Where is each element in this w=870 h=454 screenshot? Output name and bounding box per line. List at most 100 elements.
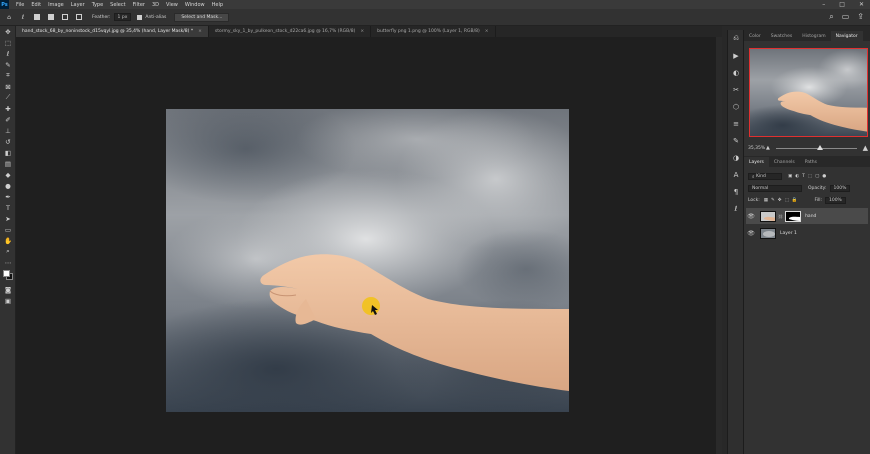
workspace-icon[interactable]: ▭ bbox=[842, 12, 850, 22]
adjustments-icon[interactable]: ◐ bbox=[728, 64, 744, 81]
new-selection-icon[interactable] bbox=[32, 12, 42, 22]
hand-icon[interactable]: ✋ bbox=[0, 235, 16, 246]
tab-color[interactable]: Color bbox=[744, 31, 766, 41]
fill-input[interactable]: 100% bbox=[824, 197, 846, 204]
tab-channels[interactable]: Channels bbox=[769, 157, 800, 167]
share-icon[interactable]: ⇪ bbox=[857, 12, 864, 22]
zoom-level-label[interactable]: 35,35% bbox=[748, 146, 766, 151]
healing-icon[interactable]: ✚ bbox=[0, 103, 16, 114]
maximize-button[interactable]: □ bbox=[839, 1, 845, 8]
link-icon[interactable]: ⛓ bbox=[778, 214, 783, 219]
move-icon[interactable]: ✥ bbox=[0, 26, 16, 37]
menu-help[interactable]: Help bbox=[212, 2, 223, 8]
intersect-selection-icon[interactable] bbox=[74, 12, 84, 22]
tab-histogram[interactable]: Histogram bbox=[797, 31, 830, 41]
layer-mask-thumbnail[interactable] bbox=[785, 210, 802, 222]
dodge-icon[interactable]: ● bbox=[0, 180, 16, 191]
feather-input[interactable]: 1 px bbox=[113, 13, 132, 21]
glyphs-icon[interactable]: ℓ bbox=[728, 200, 744, 217]
vertical-scrollbar[interactable] bbox=[716, 37, 722, 454]
zoom-slider[interactable] bbox=[775, 144, 857, 150]
history-icon[interactable]: ⎌ bbox=[728, 30, 744, 47]
tab-hand-stock[interactable]: hand_stock_68_by_noninstock_d15vqyl.jpg … bbox=[16, 26, 209, 37]
home-icon[interactable]: ⌂ bbox=[4, 12, 14, 22]
close-button[interactable]: ✕ bbox=[859, 1, 864, 8]
character-icon[interactable]: A bbox=[728, 166, 744, 183]
type-icon[interactable]: T bbox=[0, 202, 16, 213]
pen-icon[interactable]: ✒ bbox=[0, 191, 16, 202]
history-brush-icon[interactable]: ↺ bbox=[0, 136, 16, 147]
quick-mask-icon[interactable]: ◙ bbox=[0, 284, 16, 295]
canvas-area[interactable] bbox=[16, 37, 722, 454]
gradient-icon[interactable]: ▤ bbox=[0, 158, 16, 169]
add-selection-icon[interactable] bbox=[46, 12, 56, 22]
menu-layer[interactable]: Layer bbox=[71, 2, 85, 8]
layer-filter-select[interactable]: ⌕ Kind bbox=[748, 173, 782, 180]
shape-icon[interactable]: ▭ bbox=[0, 224, 16, 235]
color-swatches[interactable] bbox=[0, 268, 16, 284]
screen-mode-icon[interactable]: ▣ bbox=[0, 295, 16, 306]
blend-mode-select[interactable]: Normal bbox=[748, 185, 802, 192]
menu-edit[interactable]: Edit bbox=[31, 2, 41, 8]
actions-icon[interactable]: ▶ bbox=[728, 47, 744, 64]
tab-navigator[interactable]: Navigator bbox=[830, 31, 863, 41]
menu-filter[interactable]: Filter bbox=[133, 2, 145, 8]
close-icon[interactable]: × bbox=[360, 29, 364, 34]
3d-icon[interactable]: ⬡ bbox=[728, 98, 744, 115]
menu-type[interactable]: Type bbox=[92, 2, 103, 8]
layer-row-hand[interactable]: 👁 ⛓ hand bbox=[746, 208, 868, 224]
eye-icon[interactable]: 👁 bbox=[746, 230, 756, 237]
filter-icons[interactable]: ▣◐T⬚▢● bbox=[788, 174, 829, 179]
menu-select[interactable]: Select bbox=[110, 2, 125, 8]
frame-icon[interactable]: ⊠ bbox=[0, 81, 16, 92]
navigator-panel-tabs: Color Swatches Histogram Navigator bbox=[744, 30, 870, 41]
eraser-icon[interactable]: ◧ bbox=[0, 147, 16, 158]
lock-icons[interactable]: ▦✎✥⬚🔒 bbox=[764, 198, 801, 203]
antialias-checkbox[interactable] bbox=[137, 14, 143, 20]
window-controls: – □ ✕ bbox=[822, 1, 864, 8]
lasso-icon[interactable]: ℓ bbox=[0, 48, 16, 59]
document-canvas[interactable] bbox=[166, 109, 569, 412]
menu-image[interactable]: Image bbox=[48, 2, 64, 8]
stamp-icon[interactable]: ⊥ bbox=[0, 125, 16, 136]
brush-icon[interactable]: ✐ bbox=[0, 114, 16, 125]
tab-paths[interactable]: Paths bbox=[800, 157, 822, 167]
zoom-icon[interactable]: ⌕ bbox=[0, 246, 16, 257]
zoom-out-icon[interactable]: ▲ bbox=[766, 145, 770, 151]
tab-layers[interactable]: Layers bbox=[744, 157, 769, 167]
more-icon[interactable]: ⋯ bbox=[0, 257, 16, 268]
tab-butterfly[interactable]: butterfly png 1.png @ 100% (Layer 1, RGB… bbox=[371, 26, 496, 37]
minimize-button[interactable]: – bbox=[822, 1, 825, 8]
color-icon[interactable]: ◑ bbox=[728, 149, 744, 166]
path-select-icon[interactable]: ➤ bbox=[0, 213, 16, 224]
layer-row-layer-1[interactable]: 👁 Layer 1 bbox=[746, 225, 868, 241]
close-icon[interactable]: × bbox=[485, 29, 489, 34]
eye-icon[interactable]: 👁 bbox=[746, 213, 756, 220]
close-icon[interactable]: × bbox=[198, 29, 202, 34]
lasso-tool-preset-icon[interactable]: ℓ bbox=[18, 12, 28, 22]
navigator-preview[interactable] bbox=[749, 48, 868, 137]
subtract-selection-icon[interactable] bbox=[60, 12, 70, 22]
marquee-icon[interactable]: ⬚ bbox=[0, 37, 16, 48]
menu-file[interactable]: File bbox=[16, 2, 24, 8]
search-icon[interactable]: ⌕ bbox=[829, 12, 833, 22]
brush-settings-icon[interactable]: ✎ bbox=[728, 132, 744, 149]
tools-presets-icon[interactable]: ✂ bbox=[728, 81, 744, 98]
tab-stormy-sky[interactable]: stormy_sky_1_by_pulkeon_stock_d22ca6.jpg… bbox=[209, 26, 372, 37]
zoom-in-icon[interactable]: ▲ bbox=[863, 144, 868, 152]
select-and-mask-button[interactable]: Select and Mask... bbox=[174, 12, 230, 22]
quick-select-icon[interactable]: ✎ bbox=[0, 59, 16, 70]
opacity-input[interactable]: 100% bbox=[829, 185, 851, 192]
menu-3d[interactable]: 3D bbox=[152, 2, 159, 8]
tab-swatches[interactable]: Swatches bbox=[766, 31, 798, 41]
blur-icon[interactable]: ◆ bbox=[0, 169, 16, 180]
crop-icon[interactable]: ⌗ bbox=[0, 70, 16, 81]
paragraph-icon[interactable]: ¶ bbox=[728, 183, 744, 200]
foreground-color[interactable] bbox=[3, 270, 10, 277]
properties-icon[interactable]: ≡ bbox=[728, 115, 744, 132]
eyedropper-icon[interactable]: ⟋ bbox=[0, 92, 16, 103]
menu-view[interactable]: View bbox=[166, 2, 178, 8]
zoom-slider-knob[interactable] bbox=[817, 144, 824, 150]
menu-window[interactable]: Window bbox=[185, 2, 205, 8]
layer-thumbnail bbox=[760, 227, 776, 239]
